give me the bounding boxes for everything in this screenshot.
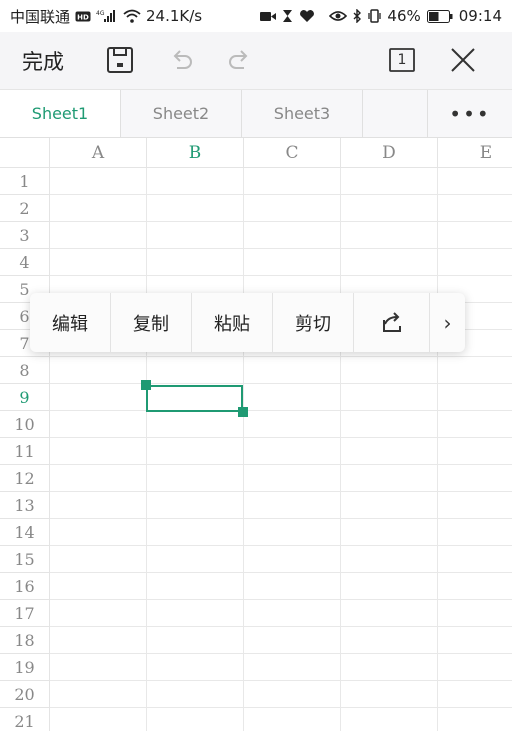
row-header[interactable]: 16 xyxy=(0,573,50,600)
sheet-count-button[interactable]: 1 xyxy=(384,42,420,78)
row-header-active[interactable]: 9 xyxy=(0,384,50,411)
carrier-label: 中国联通 xyxy=(10,7,71,26)
share-icon xyxy=(382,311,401,332)
network-speed: 24.1K/s xyxy=(146,7,203,25)
spreadsheet-grid[interactable]: A B C D E 1 2 3 4 5 6 7 8 9 10 11 12 13 … xyxy=(0,138,512,731)
save-icon[interactable] xyxy=(102,42,138,78)
cut-button[interactable]: 剪切 xyxy=(273,293,354,352)
row-header[interactable]: 20 xyxy=(0,681,50,708)
svg-text:HD: HD xyxy=(77,13,89,21)
toolbar: 完成 1 xyxy=(0,32,512,90)
share-button[interactable] xyxy=(354,293,430,352)
column-header-c[interactable]: C xyxy=(244,138,341,168)
select-all-corner[interactable] xyxy=(0,138,50,168)
battery-percent: 46% xyxy=(387,7,421,25)
close-icon[interactable] xyxy=(445,42,481,78)
column-header-b[interactable]: B xyxy=(147,138,244,168)
tab-empty xyxy=(363,90,428,137)
row-header[interactable]: 2 xyxy=(0,195,50,222)
row-header[interactable]: 11 xyxy=(0,438,50,465)
row-header[interactable]: 18 xyxy=(0,627,50,654)
row-header[interactable]: 4 xyxy=(0,249,50,276)
battery-icon xyxy=(426,9,453,23)
bluetooth-icon xyxy=(353,9,362,23)
menu-next-button[interactable]: › xyxy=(430,293,465,352)
row-header[interactable]: 15 xyxy=(0,546,50,573)
column-header-a[interactable]: A xyxy=(50,138,147,168)
clock: 09:14 xyxy=(458,7,502,25)
paste-button[interactable]: 粘贴 xyxy=(192,293,273,352)
selection-handle-top-left[interactable] xyxy=(141,380,151,390)
sheet-tabs: Sheet1 Sheet2 Sheet3 ••• xyxy=(0,90,512,138)
row-header[interactable]: 12 xyxy=(0,465,50,492)
tab-sheet3[interactable]: Sheet3 xyxy=(242,90,363,137)
svg-text:4G: 4G xyxy=(96,10,105,17)
tab-sheet1[interactable]: Sheet1 xyxy=(0,90,121,137)
edit-button[interactable]: 编辑 xyxy=(30,293,111,352)
copy-button[interactable]: 复制 xyxy=(111,293,192,352)
tab-sheet2[interactable]: Sheet2 xyxy=(121,90,242,137)
done-button[interactable]: 完成 xyxy=(22,46,64,76)
wifi-icon xyxy=(123,9,141,23)
context-menu: 编辑 复制 粘贴 剪切 › xyxy=(30,293,465,352)
row-header[interactable]: 14 xyxy=(0,519,50,546)
column-header-d[interactable]: D xyxy=(341,138,438,168)
row-header[interactable]: 19 xyxy=(0,654,50,681)
redo-icon[interactable] xyxy=(222,42,258,78)
row-header[interactable]: 8 xyxy=(0,357,50,384)
status-bar: 中国联通 HD 4G 24.1K/s 46% 09:14 xyxy=(0,0,512,32)
row-header[interactable]: 10 xyxy=(0,411,50,438)
chevron-right-icon: › xyxy=(443,310,452,335)
selected-cell-b9[interactable] xyxy=(146,385,243,412)
sheet-count-label: 1 xyxy=(397,52,407,68)
eye-icon xyxy=(329,10,348,22)
cell-gridlines xyxy=(50,168,512,731)
row-header[interactable]: 13 xyxy=(0,492,50,519)
undo-icon[interactable] xyxy=(163,42,199,78)
hourglass-icon xyxy=(282,9,293,23)
row-header[interactable]: 1 xyxy=(0,168,50,195)
column-header-e[interactable]: E xyxy=(438,138,512,168)
row-header[interactable]: 3 xyxy=(0,222,50,249)
video-icon xyxy=(260,11,277,22)
hd-icon: HD xyxy=(75,11,91,22)
selection-handle-bottom-right[interactable] xyxy=(238,407,248,417)
row-header[interactable]: 21 xyxy=(0,708,50,731)
row-header[interactable]: 17 xyxy=(0,600,50,627)
more-tabs-button[interactable]: ••• xyxy=(428,90,512,137)
heart-icon xyxy=(299,9,315,23)
signal-icon: 4G xyxy=(96,9,118,23)
vibrate-icon xyxy=(368,9,382,23)
